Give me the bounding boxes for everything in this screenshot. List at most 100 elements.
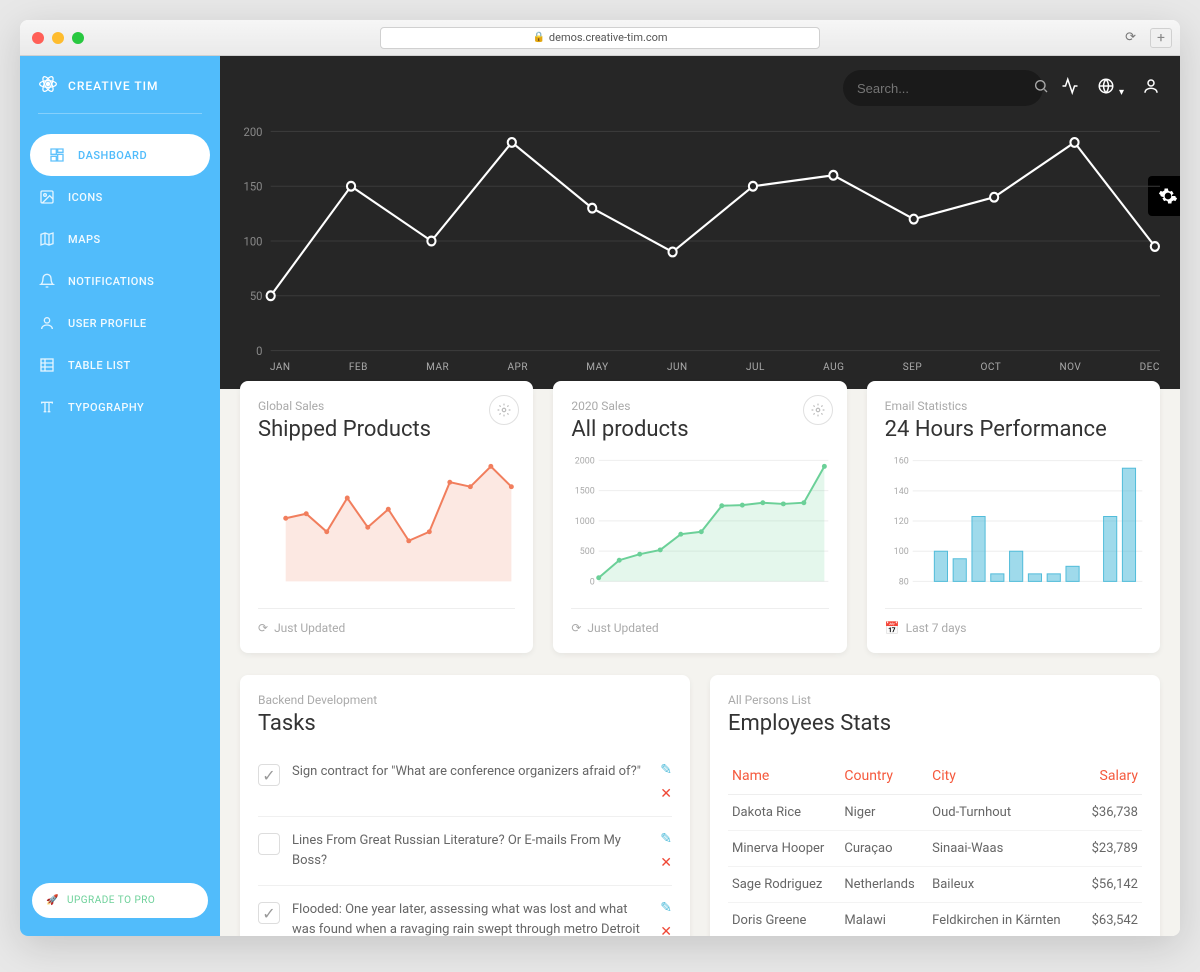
task-checkbox[interactable]: ✓ xyxy=(258,764,280,786)
table-row: Doris GreeneMalawiFeldkirchen in Kärnten… xyxy=(728,903,1142,937)
hero-chart: 050100150200 xyxy=(240,126,1160,356)
card-title: 24 Hours Performance xyxy=(885,417,1142,442)
hero-panel: ▾ 050100150200 JANFEBMARAPRMAYJUNJULAUGS… xyxy=(220,56,1180,389)
url-text: demos.creative-tim.com xyxy=(549,31,668,44)
sidebar-item-label: MAPS xyxy=(68,233,101,246)
sidebar-item-label: USER PROFILE xyxy=(68,317,147,330)
delete-icon[interactable]: ✕ xyxy=(660,924,672,936)
task-text: Lines From Great Russian Literature? Or … xyxy=(292,831,648,870)
task-row: ✓ Sign contract for "What are conference … xyxy=(258,748,672,817)
minimize-window-icon[interactable] xyxy=(52,32,64,44)
svg-text:2000: 2000 xyxy=(575,456,595,466)
edit-icon[interactable]: ✎ xyxy=(660,762,672,778)
sidebar-item-typography[interactable]: TYPOGRAPHY xyxy=(20,386,220,428)
sidebar-item-label: DASHBOARD xyxy=(78,149,147,162)
sidebar-item-label: TYPOGRAPHY xyxy=(68,401,144,414)
task-text: Flooded: One year later, assessing what … xyxy=(292,900,648,936)
table-header: Name xyxy=(728,758,840,795)
task-text: Sign contract for "What are conference o… xyxy=(292,762,648,782)
card-category: Global Sales xyxy=(258,399,515,413)
sidebar-item-table-list[interactable]: TABLE LIST xyxy=(20,344,220,386)
table-header: City xyxy=(928,758,1081,795)
card-title: All products xyxy=(571,417,828,442)
table-row: Minerva HooperCuraçaoSinaai-Waas$23,789 xyxy=(728,831,1142,867)
sidebar-item-dashboard[interactable]: DASHBOARD xyxy=(30,134,210,176)
svg-text:160: 160 xyxy=(893,457,908,467)
delete-icon[interactable]: ✕ xyxy=(660,786,672,802)
sidebar-item-label: NOTIFICATIONS xyxy=(68,275,154,288)
refresh-icon: ⟳ xyxy=(571,621,581,635)
user-icon[interactable] xyxy=(1142,77,1160,99)
new-tab-button[interactable]: + xyxy=(1150,28,1172,48)
rocket-icon: 🚀 xyxy=(46,895,59,906)
employees-table: NameCountryCitySalary Dakota RiceNigerOu… xyxy=(728,758,1142,936)
table-icon xyxy=(38,356,56,374)
task-row: Lines From Great Russian Literature? Or … xyxy=(258,817,672,886)
card-title: Shipped Products xyxy=(258,417,515,442)
employees-category: All Persons List xyxy=(728,693,1142,707)
search-field[interactable] xyxy=(857,81,1033,96)
employees-card: All Persons List Employees Stats NameCou… xyxy=(710,675,1160,936)
employees-title: Employees Stats xyxy=(728,711,1142,736)
svg-text:150: 150 xyxy=(244,179,263,193)
close-window-icon[interactable] xyxy=(32,32,44,44)
task-checkbox[interactable]: ✓ xyxy=(258,902,280,924)
edit-icon[interactable]: ✎ xyxy=(660,831,672,847)
sidebar-item-notifications[interactable]: NOTIFICATIONS xyxy=(20,260,220,302)
stat-card-2: Email Statistics 24 Hours Performance 80 10… xyxy=(867,381,1160,653)
card-footer-text: Last 7 days xyxy=(906,621,967,635)
image-icon xyxy=(38,188,56,206)
sidebar-item-user-profile[interactable]: USER PROFILE xyxy=(20,302,220,344)
search-input[interactable] xyxy=(843,70,1043,106)
calendar-icon: 📅 xyxy=(885,621,900,635)
stat-card-1: 2020 SalesAll products0500100015002000⟳J… xyxy=(553,381,846,653)
task-row: ✓ Flooded: One year later, assessing what… xyxy=(258,886,672,936)
card-footer-text: Just Updated xyxy=(274,621,345,635)
url-bar[interactable]: 🔒 demos.creative-tim.com xyxy=(380,27,820,49)
svg-text:1500: 1500 xyxy=(575,487,595,497)
search-icon[interactable] xyxy=(1033,78,1049,98)
svg-text:140: 140 xyxy=(893,487,908,497)
lock-icon: 🔒 xyxy=(532,32,544,43)
brand-atom-icon xyxy=(38,74,58,97)
user-icon xyxy=(38,314,56,332)
table-row: Dakota RiceNigerOud-Turnhout$36,738 xyxy=(728,795,1142,831)
gear-icon[interactable] xyxy=(803,395,833,425)
sidebar-item-label: ICONS xyxy=(68,191,103,204)
card-category: Email Statistics xyxy=(885,399,1142,413)
svg-text:200: 200 xyxy=(244,126,263,139)
main-content: ▾ 050100150200 JANFEBMARAPRMAYJUNJULAUGS… xyxy=(220,56,1180,936)
table-header: Country xyxy=(840,758,928,795)
browser-chrome: 🔒 demos.creative-tim.com ⟳ + xyxy=(20,20,1180,56)
delete-icon[interactable]: ✕ xyxy=(660,855,672,871)
refresh-icon: ⟳ xyxy=(258,621,268,635)
svg-text:500: 500 xyxy=(580,547,595,557)
table-header: Salary xyxy=(1081,758,1142,795)
dashboard-icon xyxy=(48,146,66,164)
upgrade-label: UPGRADE TO PRO xyxy=(67,895,155,906)
globe-icon[interactable]: ▾ xyxy=(1097,77,1124,99)
tasks-card: Backend Development Tasks ✓Sign contract… xyxy=(240,675,690,936)
svg-text:100: 100 xyxy=(893,547,908,557)
brand-label: CREATIVE TIM xyxy=(68,79,159,93)
maximize-window-icon[interactable] xyxy=(72,32,84,44)
activity-icon[interactable] xyxy=(1061,77,1079,99)
svg-text:50: 50 xyxy=(250,289,263,303)
svg-text:120: 120 xyxy=(893,517,908,527)
svg-text:80: 80 xyxy=(898,577,908,587)
map-icon xyxy=(38,230,56,248)
sidebar: CREATIVE TIM DASHBOARD ICONS MAPS NOTIFICAT… xyxy=(20,56,220,936)
svg-text:1000: 1000 xyxy=(575,517,595,527)
browser-window: 🔒 demos.creative-tim.com ⟳ + CREATIVE TI… xyxy=(20,20,1180,936)
sidebar-item-maps[interactable]: MAPS xyxy=(20,218,220,260)
brand[interactable]: CREATIVE TIM xyxy=(20,74,220,113)
edit-icon[interactable]: ✎ xyxy=(660,900,672,916)
sidebar-item-icons[interactable]: ICONS xyxy=(20,176,220,218)
bell-icon xyxy=(38,272,56,290)
tasks-title: Tasks xyxy=(258,711,672,736)
refresh-icon[interactable]: ⟳ xyxy=(1125,30,1136,45)
task-checkbox[interactable] xyxy=(258,833,280,855)
svg-text:100: 100 xyxy=(244,234,263,248)
card-footer-text: Just Updated xyxy=(587,621,658,635)
upgrade-button[interactable]: 🚀 UPGRADE TO PRO xyxy=(32,883,208,918)
